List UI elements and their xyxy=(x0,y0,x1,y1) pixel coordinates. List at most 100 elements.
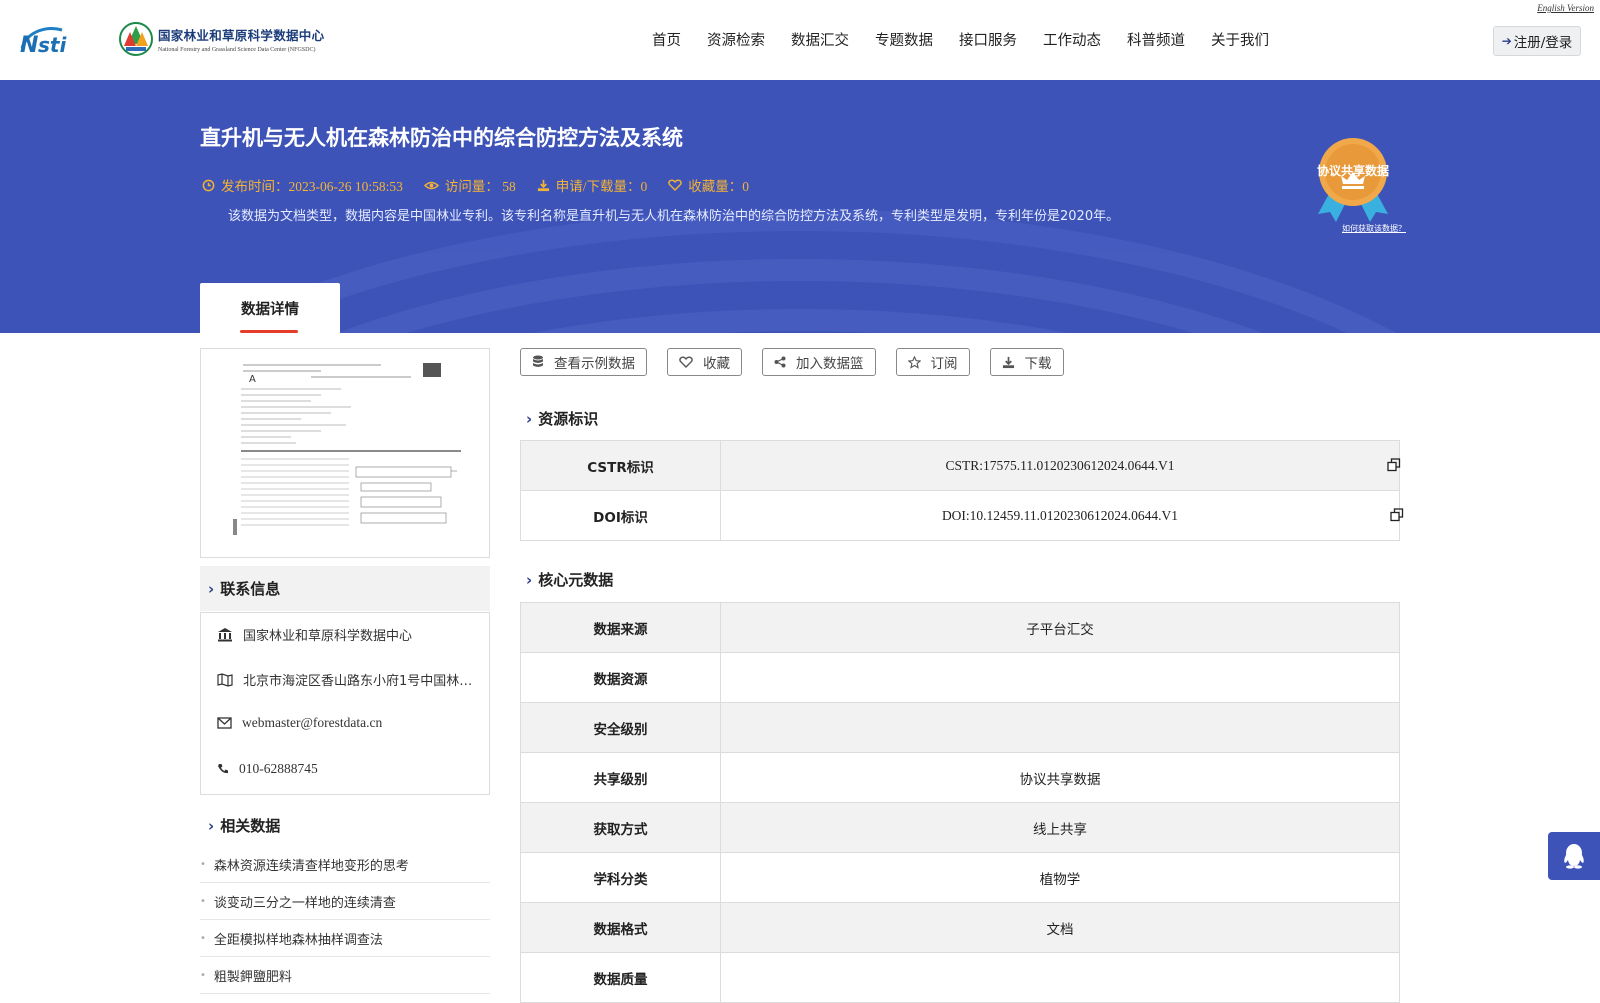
english-version-link[interactable]: English Version xyxy=(1537,3,1594,13)
sign-in-icon: ➔ xyxy=(1501,34,1512,48)
favorite-count-text: 收藏量：0 xyxy=(688,179,750,194)
svg-text:sti: sti xyxy=(38,33,67,56)
chevron-right-icon: › xyxy=(208,579,215,598)
doi-value: DOI:10.12459.11.0120230612024.0644.V1 xyxy=(941,507,1179,523)
bullet-icon: • xyxy=(200,858,206,870)
map-icon xyxy=(217,672,233,687)
dataset-description: 该数据为文档类型，数据内容是中国林业专利。该专利名称是直升机与无人机在森林防治中… xyxy=(228,209,1120,224)
qq-penguin-icon xyxy=(1564,844,1584,869)
add-to-basket-label: 加入数据篮 xyxy=(796,356,864,372)
tab-active-underline xyxy=(240,330,298,333)
contact-phone: 010-62888745 xyxy=(217,761,318,777)
identifiers-section-title: 资源标识 xyxy=(538,410,599,428)
heart-icon xyxy=(679,356,693,368)
download-button[interactable]: 下载 xyxy=(989,348,1064,376)
contact-address: 北京市海淀区香山路东小府1号中国林业科学研究院 xyxy=(217,670,473,689)
nfgsdc-logo[interactable]: 国家林业和草原科学数据中心 National Forestry and Gras… xyxy=(118,20,324,58)
meta-key: 数据来源 xyxy=(521,603,721,652)
related-item[interactable]: • 森林资源连续清查样地变形的思考 xyxy=(200,846,490,883)
related-item[interactable]: • 粗製鉀鹽肥料 xyxy=(200,957,490,994)
table-row: 数据资源 xyxy=(521,653,1399,703)
table-row: 数据来源 子平台汇交 xyxy=(521,603,1399,653)
action-buttons: 查看示例数据 收藏 加入数据篮 订阅 下载 xyxy=(520,348,1084,376)
nav-item-topics[interactable]: 专题数据 xyxy=(875,29,933,50)
doi-key: DOI标识 xyxy=(521,491,721,540)
table-row: 学科分类 植物学 xyxy=(521,853,1399,903)
meta-value xyxy=(721,653,1399,702)
nav-item-news[interactable]: 工作动态 xyxy=(1043,29,1101,50)
copy-icon[interactable] xyxy=(1390,508,1404,522)
cstr-value-cell: CSTR:17575.11.0120230612024.0644.V1 xyxy=(721,441,1401,490)
favorite-button[interactable]: 收藏 xyxy=(667,348,742,376)
institution-icon xyxy=(218,628,232,642)
add-to-basket-button[interactable]: 加入数据篮 xyxy=(762,348,876,376)
copy-icon[interactable] xyxy=(1387,458,1401,472)
related-item-label: 全距模拟样地森林抽样调查法 xyxy=(213,932,383,948)
bullet-icon: • xyxy=(200,895,206,907)
login-button[interactable]: ➔ 注册/登录 xyxy=(1493,26,1581,56)
related-item-label: 森林资源连续清查样地变形的思考 xyxy=(213,858,409,874)
badge-label: 协议共享数据 xyxy=(1316,164,1389,178)
visit-count-text: 访问量： 58 xyxy=(444,179,516,194)
nsti-logo[interactable]: N sti xyxy=(18,22,98,56)
download-count-text: 申请/下载量：0 xyxy=(555,179,648,194)
subscribe-label: 订阅 xyxy=(930,356,958,372)
svg-text:N: N xyxy=(20,33,38,56)
related-item[interactable]: • 谈变动三分之一样地的连续清查 xyxy=(200,883,490,920)
how-to-get-link[interactable]: 如何获取该数据？ xyxy=(1342,223,1406,234)
table-row: 共享级别 协议共享数据 xyxy=(521,753,1399,803)
meta-value: 协议共享数据 xyxy=(1019,771,1101,788)
core-metadata-section-header: › 核心元数据 xyxy=(526,569,613,590)
table-row: 获取方式 线上共享 xyxy=(521,803,1399,853)
nav-item-home[interactable]: 首页 xyxy=(652,29,681,50)
related-item-label: 谈变动三分之一样地的连续清查 xyxy=(213,895,396,911)
cstr-value: CSTR:17575.11.0120230612024.0644.V1 xyxy=(945,457,1175,473)
view-sample-button[interactable]: 查看示例数据 xyxy=(520,348,647,376)
meta-key: 数据资源 xyxy=(521,653,721,702)
org-name-en: National Forestry and Grassland Science … xyxy=(158,47,316,53)
meta-value: 文档 xyxy=(1046,921,1074,938)
related-section-title: 相关数据 xyxy=(220,817,281,835)
nav-item-search[interactable]: 资源检索 xyxy=(707,29,765,50)
tab-data-details[interactable]: 数据详情 xyxy=(200,283,340,333)
identifiers-table: CSTR标识 CSTR:17575.11.0120230612024.0644.… xyxy=(520,440,1404,541)
nav-item-about[interactable]: 关于我们 xyxy=(1211,29,1269,50)
nav-item-science[interactable]: 科普频道 xyxy=(1127,29,1185,50)
bullet-icon: • xyxy=(200,969,206,981)
contact-org: 国家林业和草原科学数据中心 xyxy=(217,625,412,644)
download-icon xyxy=(1002,356,1014,368)
qq-contact-button[interactable] xyxy=(1548,832,1600,880)
dataset-title: 直升机与无人机在森林防治中的综合防控方法及系统 xyxy=(200,126,683,150)
visit-count: 访问量： 58 xyxy=(423,175,516,195)
bullet-icon: • xyxy=(200,932,206,944)
favorite-count: 收藏量：0 xyxy=(668,175,749,195)
download-icon xyxy=(537,179,549,191)
clock-icon xyxy=(202,179,215,191)
related-section-header: › 相关数据 xyxy=(200,803,490,848)
contact-section-title: 联系信息 xyxy=(220,580,281,598)
document-thumbnail[interactable]: A xyxy=(200,348,490,558)
eye-icon xyxy=(423,181,439,189)
phone-icon xyxy=(218,764,228,774)
favorite-label: 收藏 xyxy=(703,356,730,372)
download-count: 申请/下载量：0 xyxy=(537,175,648,195)
nav-item-submission[interactable]: 数据汇交 xyxy=(791,29,849,50)
contact-section-header: › 联系信息 xyxy=(200,566,490,611)
meta-value xyxy=(721,703,1399,752)
contact-address-text: 北京市海淀区香山路东小府1号中国林业科学研究院 xyxy=(243,674,473,689)
related-item[interactable]: • 全距模拟样地森林抽样调查法 xyxy=(200,920,490,957)
table-row: DOI标识 DOI:10.12459.11.0120230612024.0644… xyxy=(521,491,1404,541)
top-header: N sti 国家林业和草原科学数据中心 National Forestry an… xyxy=(0,0,1600,80)
chevron-right-icon: › xyxy=(526,570,533,589)
patent-document-preview: A xyxy=(231,359,461,547)
table-row: 数据质量 xyxy=(521,953,1399,1003)
view-sample-label: 查看示例数据 xyxy=(554,356,635,372)
subscribe-button[interactable]: 订阅 xyxy=(895,348,970,376)
contact-email[interactable]: webmaster@forestdata.cn xyxy=(217,715,382,731)
meta-value: 子平台汇交 xyxy=(1026,621,1094,638)
nav-item-api[interactable]: 接口服务 xyxy=(959,29,1017,50)
contact-org-text: 国家林业和草原科学数据中心 xyxy=(243,629,413,644)
share-icon xyxy=(774,356,786,368)
svg-text:A: A xyxy=(249,374,256,385)
contact-info-box: 国家林业和草原科学数据中心 北京市海淀区香山路东小府1号中国林业科学研究院 we… xyxy=(200,612,490,795)
